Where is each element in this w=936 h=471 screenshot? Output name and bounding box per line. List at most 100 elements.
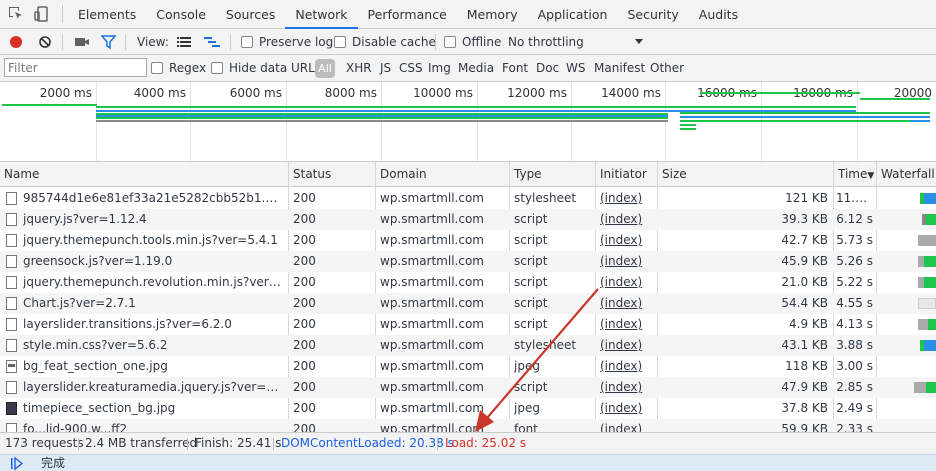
request-status: 200 xyxy=(293,233,316,247)
request-name: bg_feat_section_one.jpg xyxy=(23,359,168,373)
device-toolbar-icon[interactable] xyxy=(34,6,50,22)
table-row[interactable]: jquery.themepunch.tools.min.js?ver=5.4.1… xyxy=(0,230,936,251)
request-type: jpeg xyxy=(514,359,540,373)
inspect-element-icon[interactable] xyxy=(8,6,24,22)
tab-memory[interactable]: Memory xyxy=(457,0,528,29)
preserve-log-checkbox[interactable]: Preserve log xyxy=(241,29,333,55)
waterfall-bar xyxy=(924,340,936,351)
overview-tick-label: 12000 ms xyxy=(507,86,567,100)
large-rows-icon[interactable] xyxy=(176,29,192,55)
filter-type-xhr[interactable]: XHR xyxy=(346,55,372,82)
table-row[interactable]: greensock.js?ver=1.19.0 200 wp.smartmll.co… xyxy=(0,251,936,272)
request-initiator[interactable]: (index) xyxy=(600,230,654,251)
table-row[interactable]: jquery.js?ver=1.12.4 200 wp.smartmll.com sc… xyxy=(0,209,936,230)
table-header: Name Status Domain Type Initiator Size T… xyxy=(0,162,936,187)
request-type: stylesheet xyxy=(514,191,577,205)
clear-icon[interactable] xyxy=(38,29,52,55)
column-status[interactable]: Status xyxy=(289,162,331,187)
request-initiator[interactable]: (index) xyxy=(600,314,654,335)
request-initiator[interactable]: (index) xyxy=(600,419,654,432)
tab-network[interactable]: Network xyxy=(285,0,358,29)
request-type: script xyxy=(514,296,548,310)
table-row[interactable]: bg_feat_section_one.jpg 200 wp.smartmll.co… xyxy=(0,356,936,377)
tab-elements[interactable]: Elements xyxy=(68,0,146,29)
overview-request-bar xyxy=(680,112,930,114)
request-size: 39.3 KB xyxy=(781,212,828,226)
tab-sources[interactable]: Sources xyxy=(216,0,285,29)
dom-content-loaded-time: DOMContentLoaded: 20.38 s xyxy=(281,436,454,450)
table-row[interactable]: fo...lid-900.w...ff2 200 wp.smartmll.com fo… xyxy=(0,419,936,432)
request-name: jquery.js?ver=1.12.4 xyxy=(23,212,147,226)
request-name: jquery.themepunch.revolution.min.js?ver=… xyxy=(23,275,285,289)
table-row[interactable]: Chart.js?ver=2.7.1 200 wp.smartmll.com scri… xyxy=(0,293,936,314)
column-size[interactable]: Size xyxy=(658,162,687,187)
request-initiator[interactable]: (index) xyxy=(600,272,654,293)
request-initiator[interactable]: (index) xyxy=(600,209,654,230)
overview-tick-label: 2000 ms xyxy=(39,86,92,100)
filter-icon[interactable] xyxy=(100,29,117,55)
request-initiator[interactable]: (index) xyxy=(600,398,654,419)
waterfall-bar xyxy=(926,214,936,225)
table-row[interactable]: jquery.themepunch.revolution.min.js?ver=… xyxy=(0,272,936,293)
request-type: script xyxy=(514,317,548,331)
table-row[interactable]: layerslider.transitions.js?ver=6.2.0 200 w… xyxy=(0,314,936,335)
network-summary-bar: 173 requests 2.4 MB transferred Finish: … xyxy=(0,432,936,454)
request-initiator[interactable]: (index) xyxy=(600,335,654,356)
timeline-overview[interactable]: 2000 ms 4000 ms 6000 ms 8000 ms 10000 ms 1200… xyxy=(0,82,936,162)
request-initiator[interactable]: (index) xyxy=(600,188,654,209)
tab-application[interactable]: Application xyxy=(528,0,618,29)
hide-data-urls-label: Hide data URLs xyxy=(229,61,322,75)
waterfall-bar xyxy=(918,235,936,246)
request-domain: wp.smartmll.com xyxy=(380,275,484,289)
request-initiator[interactable]: (index) xyxy=(600,251,654,272)
table-row[interactable]: style.min.css?ver=5.6.2 200 wp.smartmll.co… xyxy=(0,335,936,356)
hide-data-urls-checkbox[interactable]: Hide data URLs xyxy=(211,55,321,82)
tab-audits[interactable]: Audits xyxy=(689,0,748,29)
summary-divider xyxy=(273,438,274,450)
request-domain: wp.smartmll.com xyxy=(380,422,484,432)
play-icon[interactable] xyxy=(10,455,24,471)
sort-desc-icon: ▼ xyxy=(867,171,875,181)
tab-performance[interactable]: Performance xyxy=(358,0,457,29)
filter-type-all[interactable]: All xyxy=(315,59,335,78)
column-domain[interactable]: Domain xyxy=(376,162,427,187)
column-type[interactable]: Type xyxy=(510,162,542,187)
table-row[interactable]: timepiece_section_bg.jpg 200 wp.smartmll.c… xyxy=(0,398,936,419)
request-time: 4.13 s xyxy=(836,317,873,331)
network-toolbar: View: Preserve log Disable cache Offline… xyxy=(0,29,936,55)
offline-checkbox[interactable]: Offline xyxy=(444,29,501,55)
column-name[interactable]: Name xyxy=(0,162,39,187)
filter-type-img[interactable]: Img xyxy=(428,55,451,82)
request-initiator[interactable]: (index) xyxy=(600,356,654,377)
regex-checkbox[interactable]: Regex xyxy=(151,55,206,82)
request-domain: wp.smartmll.com xyxy=(380,317,484,331)
overview-icon[interactable] xyxy=(203,29,221,55)
load-time: Load: 25.02 s xyxy=(445,436,527,450)
filter-type-css[interactable]: CSS xyxy=(399,55,423,82)
tab-console[interactable]: Console xyxy=(146,0,216,29)
waterfall-bar xyxy=(920,193,924,204)
filter-type-other[interactable]: Other xyxy=(650,55,684,82)
disable-cache-checkbox[interactable]: Disable cache xyxy=(334,29,436,55)
tab-security[interactable]: Security xyxy=(617,0,688,29)
filter-input[interactable] xyxy=(4,58,147,77)
column-initiator[interactable]: Initiator xyxy=(596,162,647,187)
request-initiator[interactable]: (index) xyxy=(600,293,654,314)
record-icon[interactable] xyxy=(9,29,23,55)
request-domain: wp.smartmll.com xyxy=(380,380,484,394)
filter-type-js[interactable]: JS xyxy=(380,55,391,82)
column-time[interactable]: Time▼ xyxy=(834,162,874,187)
column-waterfall[interactable]: Waterfall xyxy=(877,162,935,187)
filter-type-manifest[interactable]: Manifest xyxy=(594,55,645,82)
request-time: 3.00 s xyxy=(836,359,873,373)
filter-type-font[interactable]: Font xyxy=(502,55,528,82)
camera-icon[interactable] xyxy=(74,29,90,55)
overview-request-bar xyxy=(680,116,930,118)
filter-type-doc[interactable]: Doc xyxy=(536,55,559,82)
table-row[interactable]: 985744d1e6e81ef33a21e5282cbb52b1.min.css… xyxy=(0,188,936,209)
request-initiator[interactable]: (index) xyxy=(600,377,654,398)
table-row[interactable]: layerslider.kreaturamedia.jquery.js?ver=… xyxy=(0,377,936,398)
throttling-select[interactable]: No throttling xyxy=(508,29,648,55)
filter-type-media[interactable]: Media xyxy=(458,55,494,82)
filter-type-ws[interactable]: WS xyxy=(566,55,585,82)
